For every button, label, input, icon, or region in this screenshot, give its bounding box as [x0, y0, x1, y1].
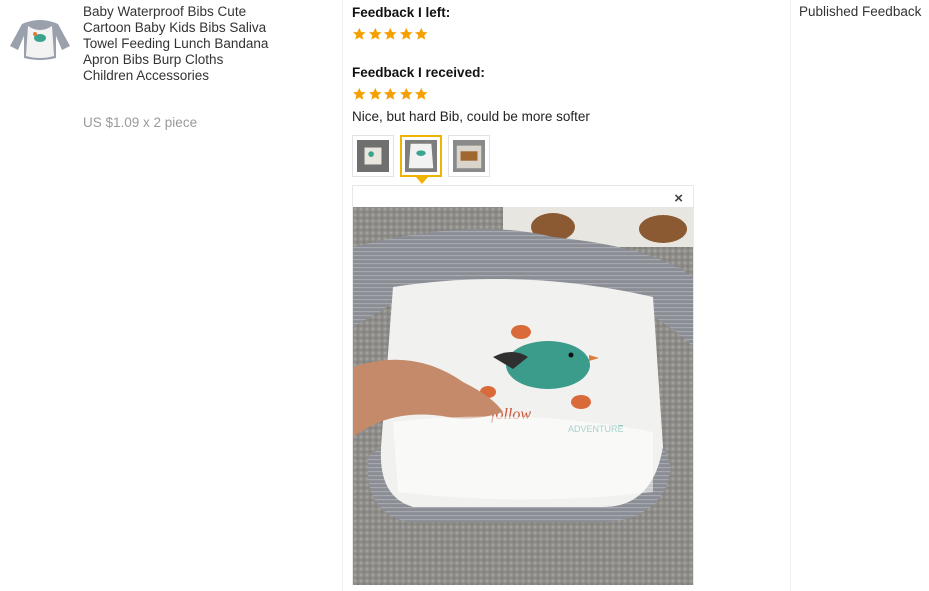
feedback-photo-thumbnails	[352, 135, 490, 184]
photo-thumbnail-2[interactable]	[400, 135, 442, 184]
feedback-left-stars	[352, 27, 429, 41]
product-price: US $1.09 x 2 piece	[83, 115, 198, 130]
close-icon[interactable]: ×	[674, 190, 683, 207]
star-icon	[383, 27, 397, 40]
column-divider-right	[790, 0, 791, 591]
selected-indicator	[416, 177, 428, 184]
feedback-comment: Nice, but hard Bib, could be more softer	[352, 109, 590, 124]
photo-viewer: × follow ADVENTU	[352, 185, 694, 585]
star-icon	[399, 27, 413, 40]
feedback-received-stars	[352, 87, 429, 101]
feedback-received-heading: Feedback I received:	[352, 65, 485, 80]
photo-3-image	[453, 140, 485, 172]
feedback-photo-large[interactable]: follow ADVENTURE	[353, 207, 693, 585]
star-icon	[368, 27, 382, 40]
star-icon	[352, 27, 366, 40]
published-feedback-link[interactable]: Published Feedback	[799, 4, 921, 19]
photo-1-image	[357, 140, 389, 172]
star-icon	[414, 27, 428, 40]
star-icon	[414, 87, 428, 100]
column-divider-left	[342, 0, 343, 591]
photo-thumbnail-3[interactable]	[448, 135, 490, 177]
product-thumbnail[interactable]	[8, 6, 72, 70]
photo-thumbnail-1[interactable]	[352, 135, 394, 177]
star-icon	[383, 87, 397, 100]
product-title[interactable]: Baby Waterproof Bibs Cute Cartoon Baby K…	[83, 4, 273, 84]
feedback-left-heading: Feedback I left:	[352, 5, 451, 20]
star-icon	[368, 87, 382, 100]
star-icon	[399, 87, 413, 100]
star-icon	[352, 87, 366, 100]
photo-2-image	[405, 140, 437, 172]
